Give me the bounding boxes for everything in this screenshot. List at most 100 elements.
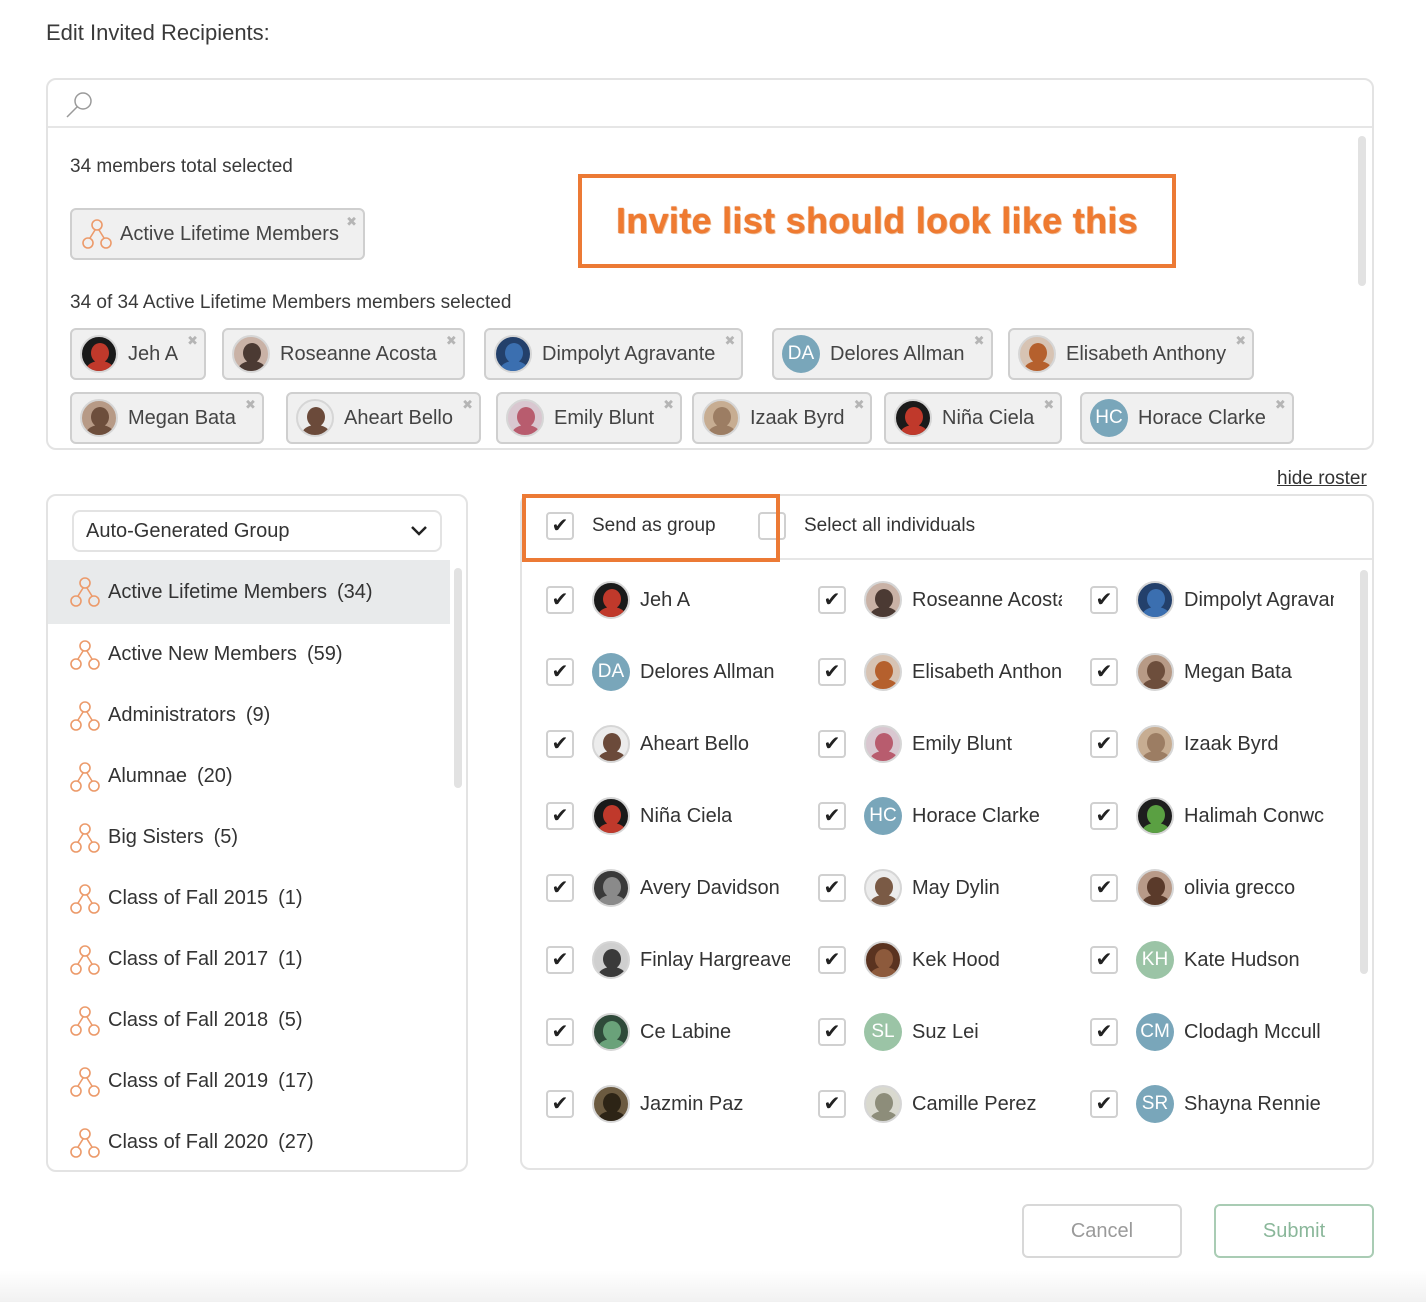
member-chip[interactable]: Roseanne Acosta ✖: [222, 328, 465, 380]
roster-member[interactable]: Jazmin Paz: [546, 1080, 743, 1128]
member-checkbox[interactable]: [818, 1018, 846, 1046]
member-checkbox[interactable]: [546, 658, 574, 686]
member-checkbox[interactable]: [546, 802, 574, 830]
roster-member[interactable]: Jeh A: [546, 576, 690, 624]
member-checkbox[interactable]: [1090, 658, 1118, 686]
member-checkbox[interactable]: [1090, 1090, 1118, 1118]
member-checkbox[interactable]: [818, 874, 846, 902]
member-chip[interactable]: Elisabeth Anthony ✖: [1008, 328, 1255, 380]
member-checkbox[interactable]: [546, 946, 574, 974]
roster-member[interactable]: Finlay Hargreave: [546, 936, 790, 984]
roster-member[interactable]: Avery Davidson: [546, 864, 780, 912]
roster-member[interactable]: KH Kate Hudson: [1090, 936, 1300, 984]
member-name: Roseanne Acosta: [912, 588, 1062, 611]
member-checkbox[interactable]: [1090, 730, 1118, 758]
member-checkbox[interactable]: [1090, 1018, 1118, 1046]
close-icon[interactable]: ✖: [446, 333, 457, 349]
close-icon[interactable]: ✖: [346, 214, 357, 230]
group-list-item[interactable]: Class of Fall 2018 (5): [48, 990, 450, 1051]
member-checkbox[interactable]: [818, 658, 846, 686]
close-icon[interactable]: ✖: [462, 397, 473, 413]
avatar: [894, 399, 932, 437]
group-chip-active-lifetime-members[interactable]: Active Lifetime Members ✖: [70, 208, 365, 260]
avatar: [232, 335, 270, 373]
avatar-face: [603, 805, 621, 825]
cancel-button[interactable]: Cancel: [1022, 1204, 1182, 1258]
close-icon[interactable]: ✖: [974, 333, 985, 349]
roster-member[interactable]: Kek Hood: [818, 936, 1000, 984]
group-list-item[interactable]: Active Lifetime Members (34): [48, 560, 450, 624]
avatar: [592, 1013, 630, 1051]
roster-member[interactable]: SR Shayna Rennie: [1090, 1080, 1321, 1128]
member-checkbox[interactable]: [1090, 946, 1118, 974]
group-list-item[interactable]: Alumnae (20): [48, 746, 450, 807]
member-chip[interactable]: HC Horace Clarke ✖: [1080, 392, 1294, 444]
member-chip[interactable]: Dimpolyt Agravante ✖: [484, 328, 744, 380]
submit-button[interactable]: Submit: [1214, 1204, 1374, 1258]
group-list-item[interactable]: Class of Fall 2020 (27): [48, 1112, 450, 1170]
roster-member[interactable]: Dimpolyt Agravante: [1090, 576, 1334, 624]
member-chip[interactable]: Megan Bata ✖: [70, 392, 264, 444]
close-icon[interactable]: ✖: [1275, 397, 1286, 413]
roster-member[interactable]: olivia grecco: [1090, 864, 1295, 912]
group-list-item[interactable]: Administrators (9): [48, 685, 450, 746]
member-chip[interactable]: Jeh A ✖: [70, 328, 207, 380]
group-icon: [70, 700, 100, 731]
close-icon[interactable]: ✖: [854, 397, 865, 413]
member-checkbox[interactable]: [546, 730, 574, 758]
roster-member[interactable]: Halimah Conwc: [1090, 792, 1324, 840]
close-icon[interactable]: ✖: [725, 333, 736, 349]
roster-member[interactable]: May Dylin: [818, 864, 1000, 912]
member-chip[interactable]: Niña Ciela ✖: [884, 392, 1063, 444]
member-checkbox[interactable]: [546, 1090, 574, 1118]
group-list-item[interactable]: Class of Fall 2015 (1): [48, 868, 450, 929]
member-checkbox[interactable]: [818, 586, 846, 614]
member-chip[interactable]: Aheart Bello ✖: [286, 392, 481, 444]
roster-member[interactable]: Aheart Bello: [546, 720, 749, 768]
close-icon[interactable]: ✖: [187, 333, 198, 349]
roster-member[interactable]: DA Delores Allman: [546, 648, 775, 696]
group-list-scrollbar[interactable]: [454, 568, 462, 788]
group-list-item[interactable]: Big Sisters (5): [48, 807, 450, 868]
roster-member[interactable]: Elisabeth Anthony: [818, 648, 1062, 696]
roster-member[interactable]: SL Suz Lei: [818, 1008, 979, 1056]
search-input[interactable]: [108, 86, 1308, 120]
member-checkbox[interactable]: [818, 1090, 846, 1118]
close-icon[interactable]: ✖: [1043, 397, 1054, 413]
group-list-item[interactable]: Class of Fall 2017 (1): [48, 929, 450, 990]
close-icon[interactable]: ✖: [245, 397, 256, 413]
member-checkbox[interactable]: [818, 946, 846, 974]
member-checkbox[interactable]: [1090, 586, 1118, 614]
recipient-scrollbar[interactable]: [1358, 136, 1366, 286]
roster-member[interactable]: Roseanne Acosta: [818, 576, 1062, 624]
group-list-item[interactable]: Class of Fall 2019 (17): [48, 1051, 450, 1112]
roster-member[interactable]: Emily Blunt: [818, 720, 1012, 768]
member-checkbox[interactable]: [546, 586, 574, 614]
member-checkbox[interactable]: [546, 874, 574, 902]
avatar-face: [307, 407, 325, 427]
roster-member[interactable]: Izaak Byrd: [1090, 720, 1278, 768]
member-chip[interactable]: DA Delores Allman ✖: [772, 328, 993, 380]
member-checkbox[interactable]: [818, 802, 846, 830]
member-chip[interactable]: Emily Blunt ✖: [496, 392, 683, 444]
roster-member[interactable]: Ce Labine: [546, 1008, 731, 1056]
member-checkbox[interactable]: [546, 1018, 574, 1046]
roster-member[interactable]: HC Horace Clarke: [818, 792, 1040, 840]
avatar: [1018, 335, 1056, 373]
member-checkbox[interactable]: [818, 730, 846, 758]
search-bar: [48, 80, 1372, 128]
close-icon[interactable]: ✖: [1235, 333, 1246, 349]
hide-roster-link[interactable]: hide roster: [1277, 468, 1367, 490]
group-list-item[interactable]: Active New Members (59): [48, 624, 450, 685]
roster-member[interactable]: Megan Bata: [1090, 648, 1292, 696]
roster-scrollbar[interactable]: [1360, 570, 1368, 974]
roster-member[interactable]: CM Clodagh Mccull: [1090, 1008, 1321, 1056]
select-all-option[interactable]: Select all individuals: [758, 512, 975, 540]
close-icon[interactable]: ✖: [663, 397, 674, 413]
member-checkbox[interactable]: [1090, 874, 1118, 902]
roster-member[interactable]: Niña Ciela: [546, 792, 732, 840]
group-type-dropdown[interactable]: Auto-Generated Group: [72, 510, 442, 552]
roster-member[interactable]: Camille Perez: [818, 1080, 1036, 1128]
member-checkbox[interactable]: [1090, 802, 1118, 830]
member-chip[interactable]: Izaak Byrd ✖: [692, 392, 873, 444]
